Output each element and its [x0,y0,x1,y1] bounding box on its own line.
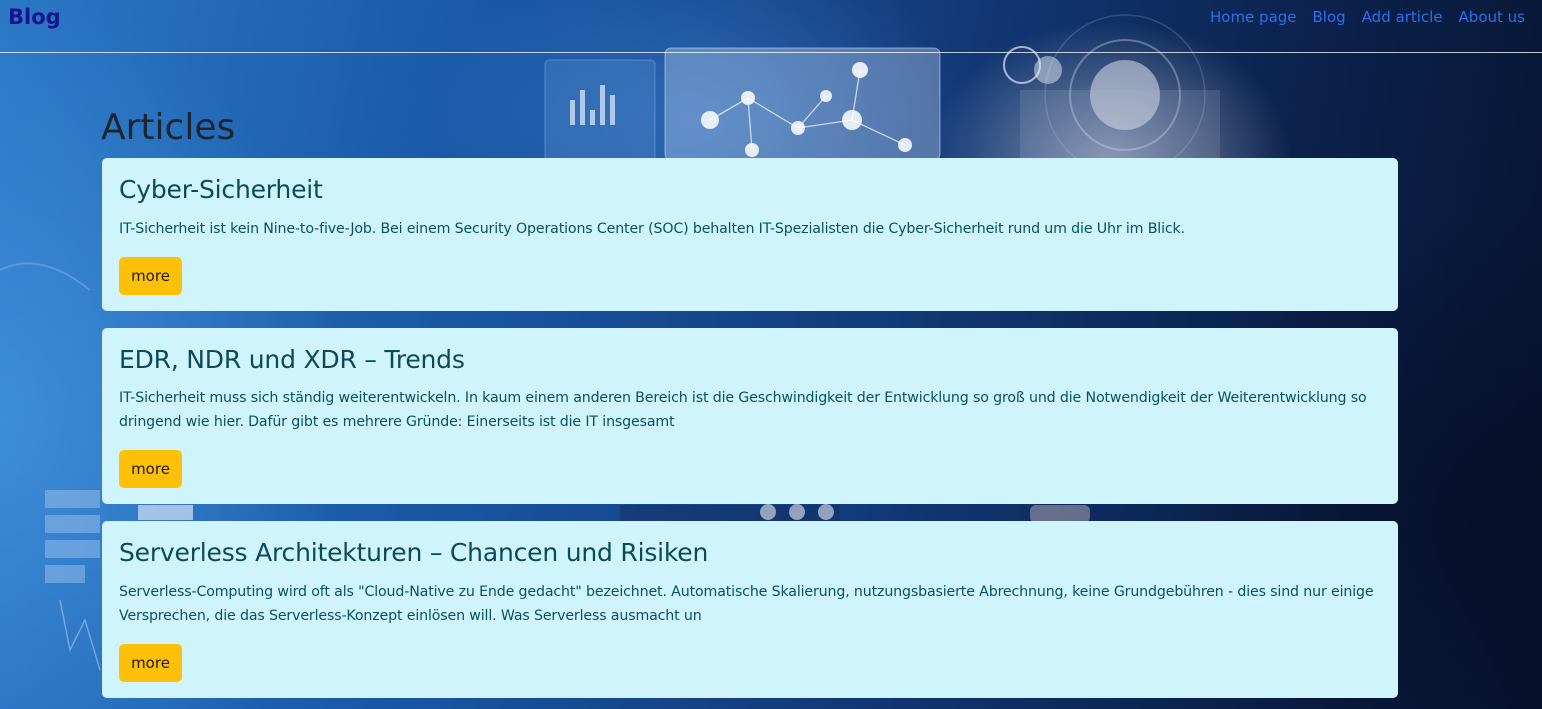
article-excerpt: Serverless-Computing wird oft als "Cloud… [119,584,1374,624]
nav-menu: Home page Blog Add article About us [1210,8,1525,26]
nav-link-add-article[interactable]: Add article [1362,8,1443,26]
article-excerpt: IT-Sicherheit muss sich ständig weiteren… [119,390,1367,430]
page-title: Articles [101,107,236,148]
article-card: EDR, NDR und XDR – Trends IT-Sicherheit … [102,328,1398,504]
brand-logo-link[interactable]: Blog [8,5,61,29]
more-button[interactable]: more [119,257,182,295]
article-card: Cyber-Sicherheit IT-Sicherheit ist kein … [102,158,1398,311]
nav-link-home[interactable]: Home page [1210,8,1297,26]
article-title: Serverless Architekturen – Chancen und R… [119,538,709,567]
navbar: Blog Home page Blog Add article About us [0,0,1542,53]
more-button[interactable]: more [119,644,182,682]
article-title: Cyber-Sicherheit [119,175,323,204]
nav-link-about-us[interactable]: About us [1459,8,1525,26]
article-card: Serverless Architekturen – Chancen und R… [102,521,1398,698]
article-excerpt: IT-Sicherheit ist kein Nine-to-five-Job.… [119,221,1185,237]
article-title: EDR, NDR und XDR – Trends [119,345,465,374]
nav-link-blog[interactable]: Blog [1313,8,1346,26]
more-button[interactable]: more [119,450,182,488]
